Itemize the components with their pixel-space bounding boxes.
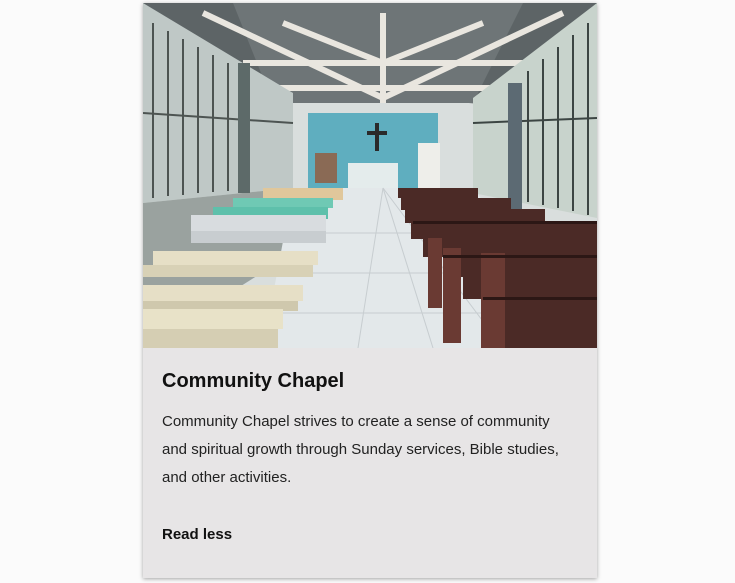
chapel-photo (143, 3, 597, 348)
chapel-card: Community Chapel Community Chapel strive… (143, 3, 597, 578)
card-description: Community Chapel strives to create a sen… (162, 413, 559, 486)
read-less-link[interactable]: Read less (162, 526, 232, 543)
card-title: Community Chapel (162, 370, 345, 392)
card-body: Community Chapel Community Chapel strive… (143, 348, 597, 544)
